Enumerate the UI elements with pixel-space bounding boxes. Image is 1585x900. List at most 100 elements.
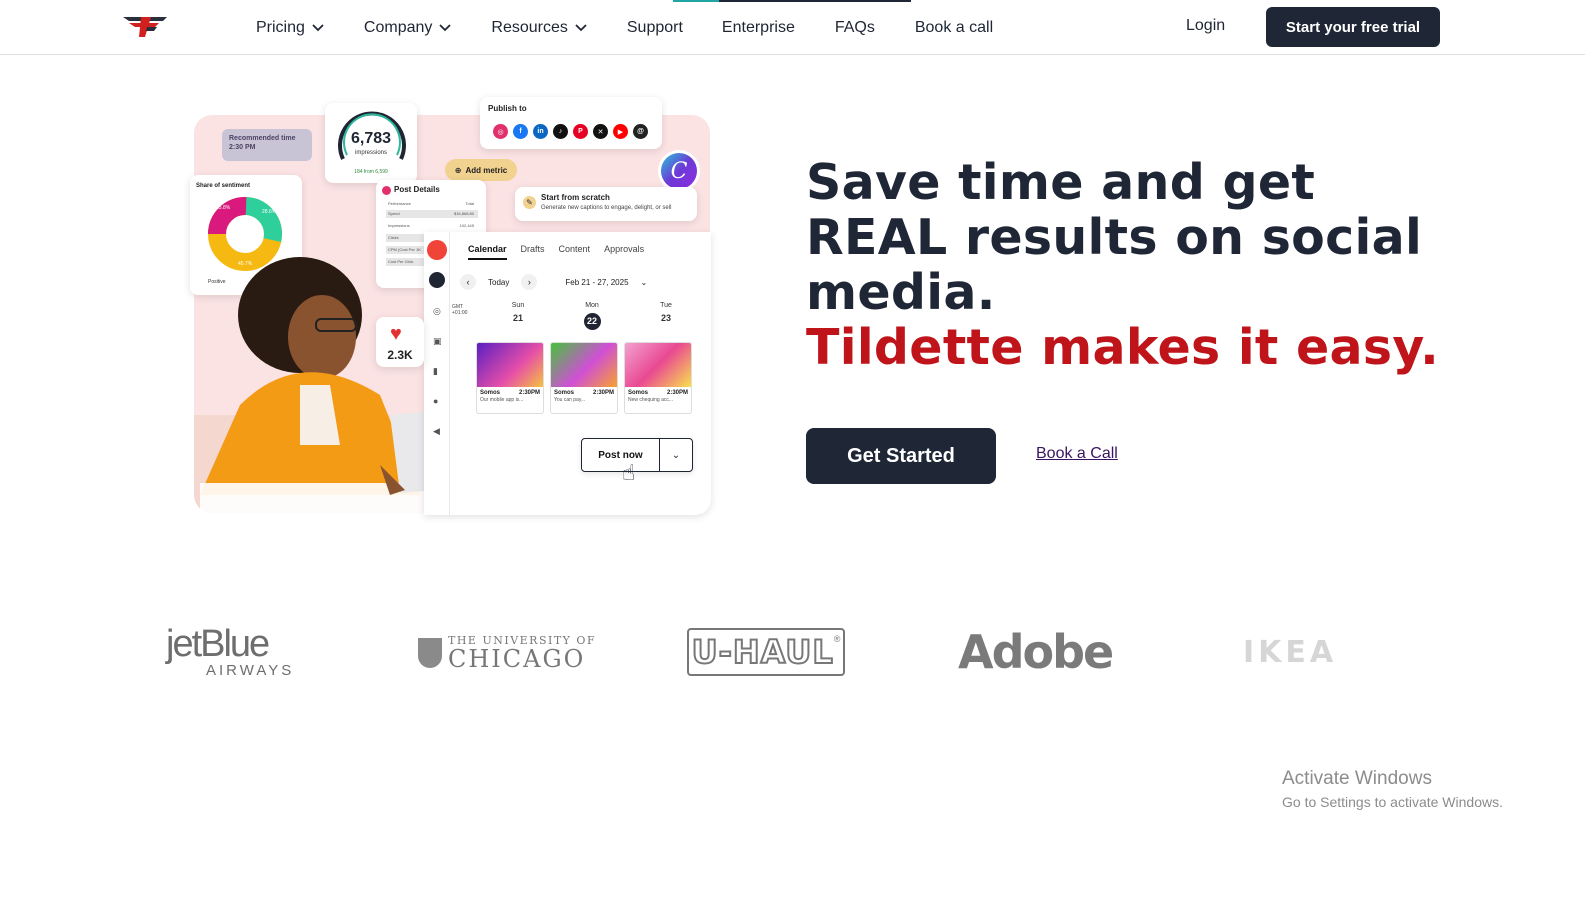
get-started-button[interactable]: Get Started: [806, 428, 996, 484]
likes-card: ♥ 2.3K: [376, 317, 424, 367]
nav-enterprise-label: Enterprise: [721, 18, 795, 36]
chevron-down-icon: [312, 23, 324, 31]
chevron-right-icon[interactable]: ›: [521, 274, 538, 290]
hero-illustration: Recommended time 2:30 PM 6,783 impressio…: [190, 95, 715, 520]
brand-logo-icon[interactable]: [121, 13, 171, 39]
chevron-left-icon[interactable]: ‹: [460, 274, 476, 290]
calendar-sidebar: ◎ ▣ ▮ ● ◀: [424, 232, 450, 515]
day-column-mon: Mon 22: [558, 302, 626, 330]
jetblue-logo-text: jetBlue: [166, 623, 270, 665]
sentiment-value-1: 25.8%: [216, 205, 231, 211]
instagram-icon[interactable]: ◎: [493, 124, 508, 139]
nav-pricing-label: Pricing: [256, 18, 305, 36]
hootsuite-owl-icon: [427, 240, 447, 260]
hero-headline-accent: Tildette makes it easy.: [806, 319, 1440, 376]
threads-icon[interactable]: @: [633, 124, 648, 139]
scheduled-post[interactable]: Somos 2:30PM Our mobile app is...: [476, 342, 544, 414]
nav-book-a-call[interactable]: Book a call: [915, 0, 993, 55]
target-icon[interactable]: ◎: [433, 306, 441, 317]
day-number: 23: [660, 313, 671, 323]
chevron-down-icon: [575, 23, 587, 31]
calendar-tabs: Calendar Drafts Content Approvals: [468, 244, 644, 260]
nav-resources[interactable]: Resources: [491, 0, 587, 55]
post-time: 2:30PM: [666, 390, 688, 396]
nav-company[interactable]: Company: [364, 0, 452, 55]
jetblue-logo-subtext: AIRWAYS: [206, 662, 295, 679]
uchicago-logo-main: CHICAGO: [448, 645, 586, 673]
impressions-card: 6,783 impressions 184 from 6,599: [325, 103, 417, 183]
windows-activation-watermark: Activate Windows Go to Settings to activ…: [1282, 768, 1503, 812]
nav-support[interactable]: Support: [627, 0, 683, 55]
post-details-row: Performance Total: [386, 200, 478, 208]
post-time: 2:30PM: [518, 390, 540, 396]
post-now-button[interactable]: Post now ⌄: [581, 438, 693, 472]
customer-logos: jetBlue AIRWAYS THE UNIVERSITY OF CHICAG…: [0, 615, 1585, 695]
nav-enterprise[interactable]: Enterprise: [722, 0, 795, 55]
location-pin-icon[interactable]: ●: [433, 396, 438, 406]
tab-approvals[interactable]: Approvals: [604, 244, 644, 260]
heart-icon: ♥: [390, 323, 402, 345]
post-account: Somos: [480, 390, 501, 396]
shield-icon: [418, 638, 442, 668]
scheduled-post[interactable]: Somos 2:30PM You can pay...: [550, 342, 618, 414]
post-details-row: Clicks: [386, 234, 426, 242]
impressions-label: impressions: [354, 150, 387, 156]
date-range[interactable]: Feb 21 - 27, 2025: [565, 278, 628, 287]
tab-calendar[interactable]: Calendar: [468, 244, 507, 260]
uhaul-registered-mark: ®: [833, 634, 841, 644]
chevron-down-icon[interactable]: ⌄: [660, 439, 692, 471]
calendar-icon[interactable]: [429, 272, 445, 288]
hand-cursor-icon: ☝: [622, 460, 636, 485]
scheduled-post[interactable]: Somos 2:30PM New chequing acc...: [624, 342, 692, 414]
youtube-icon[interactable]: ▶: [613, 124, 628, 139]
pinterest-icon[interactable]: P: [573, 124, 588, 139]
book-a-call-link[interactable]: Book a Call: [1036, 445, 1118, 463]
x-icon[interactable]: ✕: [593, 124, 608, 139]
calendar-toolbar: ‹ Today › Feb 21 - 27, 2025 ⌄: [460, 274, 647, 290]
nav-faqs[interactable]: FAQs: [835, 0, 875, 55]
start-free-trial-button[interactable]: Start your free trial: [1266, 7, 1440, 47]
megaphone-icon[interactable]: ◀: [433, 426, 440, 437]
facebook-icon[interactable]: f: [513, 124, 528, 139]
chevron-down-icon: [439, 23, 452, 31]
recommended-time-chip: Recommended time 2:30 PM: [222, 129, 312, 161]
day-name: Mon: [585, 302, 599, 309]
adobe-logo: Adobe: [958, 625, 1114, 679]
tab-content[interactable]: Content: [559, 244, 591, 260]
analytics-icon[interactable]: ▮: [433, 366, 438, 377]
sentiment-value-2: 28.6%: [262, 209, 277, 215]
post-thumbnail: [551, 343, 617, 387]
chevron-down-icon[interactable]: ⌄: [641, 278, 648, 287]
scratch-title: Start from scratch: [541, 193, 610, 202]
day-number-selected: 22: [583, 313, 601, 330]
today-button[interactable]: Today: [488, 278, 509, 287]
add-metric-label: Add metric: [465, 165, 508, 175]
login-link[interactable]: Login: [1186, 17, 1225, 35]
start-from-scratch-card[interactable]: ✎ Start from scratch Generate new captio…: [515, 187, 697, 221]
tiktok-icon[interactable]: ♪: [553, 124, 568, 139]
instagram-icon: [382, 186, 391, 195]
likes-value: 2.3K: [387, 348, 413, 362]
hero-headline-main: Save time and get REAL results on social…: [806, 154, 1423, 321]
recommended-time-value: 2:30 PM: [229, 144, 256, 151]
nav-pricing[interactable]: Pricing: [256, 0, 324, 55]
publish-to-card: Publish to ◎ f in ♪ P ✕ ▶ @: [480, 97, 662, 149]
post-description: Our mobile app is...: [480, 397, 524, 403]
linkedin-icon[interactable]: in: [533, 124, 548, 139]
post-details-row: Impressions 102,445: [386, 222, 478, 230]
day-number: 21: [512, 313, 523, 323]
recommended-time-label: Recommended time: [229, 135, 296, 142]
plus-icon: ⊕: [454, 165, 462, 175]
post-details-row: Spend $16,868.80: [386, 210, 478, 218]
add-metric-button[interactable]: ⊕ Add metric: [445, 159, 517, 181]
post-now-label[interactable]: Post now: [582, 439, 660, 471]
image-icon[interactable]: ▣: [433, 336, 442, 347]
tab-drafts[interactable]: Drafts: [521, 244, 545, 260]
social-icon-row: ◎ f in ♪ P ✕ ▶ @: [493, 124, 648, 139]
canva-icon[interactable]: C: [661, 153, 697, 189]
timezone-label: GMT +01:00: [452, 304, 468, 316]
post-thumbnail: [477, 343, 543, 387]
day-name: Sun: [511, 302, 525, 309]
post-details-label: Post Details: [394, 185, 440, 194]
impressions-sub: 184 from 6,599: [354, 169, 388, 175]
